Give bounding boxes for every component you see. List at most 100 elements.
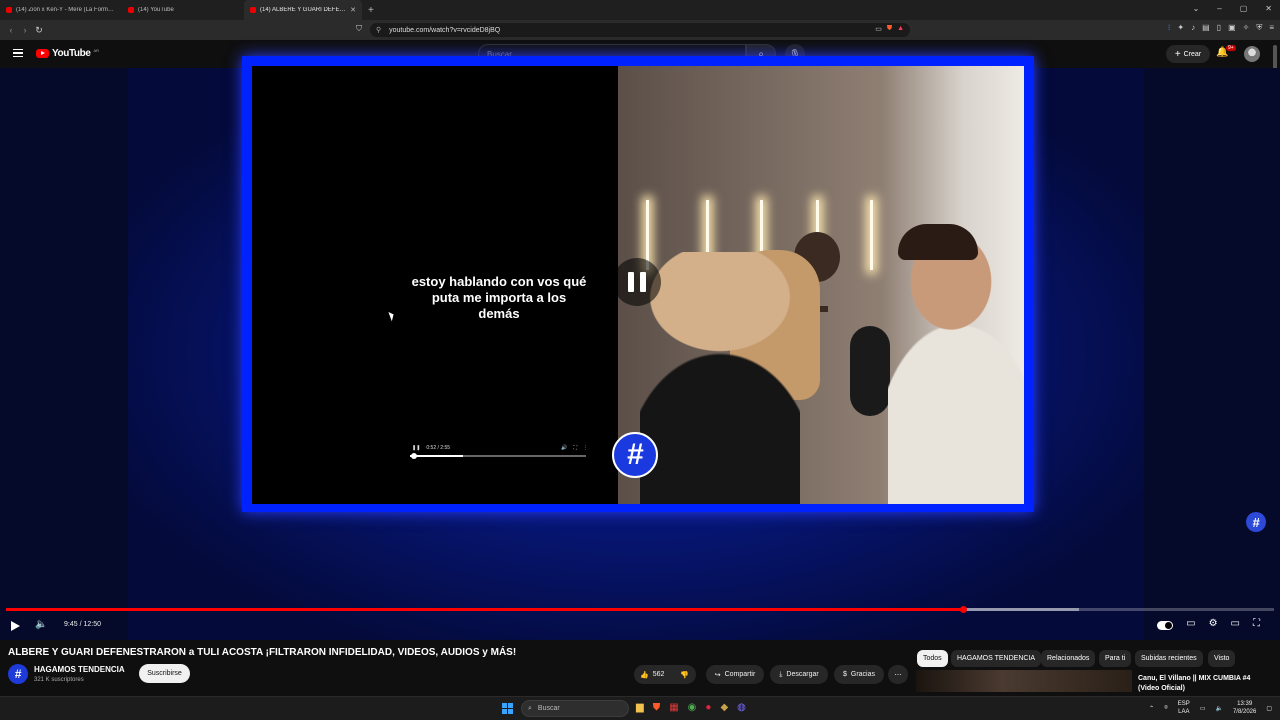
more-actions-button[interactable]: ⋯ — [888, 665, 908, 684]
youtube-logo[interactable]: YouTube AR — [36, 48, 99, 59]
maximize-icon[interactable]: ▢ — [1240, 4, 1248, 13]
autoplay-toggle[interactable] — [1157, 621, 1174, 630]
browser-tab[interactable]: (14) Zion x Ken-Y - Mere (La Formula) — [0, 0, 122, 20]
share-label: Compartir — [724, 671, 756, 678]
speaker-icon[interactable]: 🔈 — [1215, 705, 1222, 712]
man-hair — [898, 224, 978, 260]
create-button[interactable]: + Crear — [1166, 45, 1210, 63]
share-button[interactable]: ↪ Compartir — [706, 665, 764, 684]
windows-start-icon[interactable] — [502, 703, 513, 714]
recommended-thumbnail[interactable] — [916, 670, 1132, 692]
like-button[interactable]: 👍 562 👎 — [634, 665, 696, 684]
taskbar-apps: ▆ ⛊ ▦ ◉ ● ◆ ◍ — [636, 702, 746, 713]
music-icon[interactable]: ♪ — [1191, 23, 1195, 33]
hamburger-menu-icon[interactable] — [13, 49, 23, 57]
like-count: 562 — [652, 671, 665, 678]
url-field[interactable]: ⚲ youtube.com/watch?v=rvcideD8jBQ ▭ ⛊ ▲ — [370, 23, 910, 37]
plus-icon: + — [1174, 48, 1181, 60]
play-icon[interactable] — [11, 621, 20, 631]
account-avatar[interactable] — [1244, 46, 1260, 62]
close-tab-icon[interactable]: ✕ — [350, 6, 356, 14]
display-icon[interactable]: ▭ — [1200, 705, 1206, 712]
forward-icon[interactable]: › — [18, 25, 32, 35]
tray-chevron-icon[interactable]: ⌃ — [1149, 705, 1154, 712]
fullscreen-icon[interactable]: ⛶ — [1253, 618, 1260, 630]
language-indicator[interactable]: ESP LAA — [1178, 700, 1190, 716]
reload-icon[interactable]: ↻ — [32, 25, 46, 36]
extension-icon[interactable]: ✦ — [1177, 23, 1184, 33]
channel-watermark[interactable]: # — [1246, 512, 1266, 532]
wallet-icon[interactable]: ▣ — [1228, 23, 1236, 33]
chip-watched[interactable]: Visto — [1208, 650, 1236, 667]
volume-icon[interactable]: 🔈 — [35, 619, 47, 630]
woman — [640, 252, 800, 504]
url-text: youtube.com/watch?v=rvcideD8jBQ — [389, 26, 501, 34]
channel-avatar[interactable]: # — [8, 664, 28, 684]
chip-channel[interactable]: HAGAMOS TENDENCIA — [951, 650, 1042, 667]
thanks-button[interactable]: $ Gracias — [834, 665, 884, 684]
settings-gear-icon[interactable]: ⚙ — [1209, 618, 1218, 630]
chip-all[interactable]: Todos — [917, 650, 948, 667]
brave-shield-icon[interactable]: ⛊ — [887, 25, 892, 33]
thumbs-up-icon: 👍 — [640, 671, 649, 679]
cast-icon[interactable]: ▭ — [875, 25, 882, 33]
sidebar-icon[interactable]: ▯ — [1217, 23, 1221, 33]
chip-recent-uploads[interactable]: Subidas recientes — [1135, 650, 1203, 667]
vpn-icon[interactable]: ⛨ — [1256, 23, 1262, 33]
taskbar-search[interactable]: ⌕ Buscar — [521, 700, 629, 717]
channel-hash-logo: # — [612, 432, 658, 478]
taskbar-clock[interactable]: 13:39 7/8/2026 — [1233, 700, 1256, 716]
wall-lamp — [870, 200, 873, 270]
download-icon: ⤓ — [779, 670, 783, 678]
youtube-favicon-icon — [6, 7, 12, 13]
media-app-icon[interactable]: ● — [705, 702, 711, 713]
minimize-icon[interactable]: – — [1217, 4, 1221, 13]
new-tab-icon[interactable]: + — [362, 5, 380, 16]
embedded-video-controls: ❚❚ 0:52 / 2:55 🔊 ⛶ ⋮ — [410, 440, 588, 456]
file-explorer-icon[interactable]: ▆ — [636, 702, 644, 713]
create-label: Crear — [1183, 50, 1202, 58]
menu-icon[interactable]: ≡ — [1269, 23, 1274, 33]
youtube-play-logo-icon — [36, 49, 49, 58]
close-icon[interactable]: ✕ — [1265, 4, 1272, 13]
download-button[interactable]: ⤓ Descargar — [770, 665, 828, 684]
player-right-controls: ▭ ⚙ ▭ ⛶ — [1157, 618, 1260, 630]
country-code: AR — [93, 48, 100, 53]
subscribe-button[interactable]: Suscribirse — [139, 664, 190, 683]
video-progress-bar[interactable] — [6, 606, 1274, 613]
discord-icon[interactable]: ◍ — [737, 702, 746, 713]
chrome-icon[interactable]: ◉ — [688, 702, 697, 713]
reader-icon[interactable]: ▤ — [1202, 23, 1210, 33]
browser-tab-active[interactable]: (14) ALBERE Y GUARI DEFENESTRARON ✕ — [244, 0, 362, 20]
tab-title: (14) Zion x Ken-Y - Mere (La Formula) — [16, 7, 116, 13]
chip-related[interactable]: Relacionados — [1041, 650, 1096, 667]
theater-mode-icon[interactable]: ▭ — [1231, 618, 1240, 630]
chevron-down-icon[interactable]: ⌄ — [1193, 4, 1200, 13]
back-icon[interactable]: ‹ — [4, 25, 18, 35]
network-icon[interactable]: ⌾ — [1164, 705, 1168, 712]
video-title: ALBERE Y GUARI DEFENESTRARON a TULI ACOS… — [8, 647, 517, 658]
browser-tab[interactable]: (14) YouTube — [122, 0, 244, 20]
pause-overlay-icon[interactable] — [613, 258, 661, 306]
dislike-icon[interactable]: 👎 — [680, 671, 689, 679]
site-info-icon[interactable]: ⚲ — [376, 26, 381, 34]
leo-icon[interactable]: ✧ — [1243, 23, 1250, 33]
recommended-title[interactable]: Canu, El Villano || MIX CUMBIA #4 (Video… — [1138, 674, 1268, 694]
brave-browser-icon[interactable]: ⛊ — [653, 702, 661, 713]
download-label: Descargar — [786, 671, 819, 678]
scrubber-handle[interactable] — [960, 606, 967, 613]
video-caption: estoy hablando con vos qué puta me impor… — [411, 274, 587, 321]
embedded-more-icon: ⋮ — [583, 445, 588, 451]
subtitles-icon[interactable]: ▭ — [1186, 618, 1195, 630]
league-app-icon[interactable]: ◆ — [720, 702, 728, 713]
address-bar-row: ‹ › ↻ ⛉ ⚲ youtube.com/watch?v=rvcideD8jB… — [0, 20, 1280, 40]
channel-name[interactable]: HAGAMOS TENDENCIA — [34, 665, 125, 674]
rewards-icon[interactable]: ▲ — [897, 25, 904, 33]
translate-icon[interactable]: ⁝ — [1168, 23, 1171, 33]
bookmark-icon[interactable]: ⛉ — [356, 24, 362, 34]
embedded-pause-icon: ❚❚ — [412, 445, 421, 451]
notification-center-icon[interactable]: ▢ — [1266, 705, 1272, 712]
chip-for-you[interactable]: Para ti — [1099, 650, 1132, 667]
calendar-app-icon[interactable]: ▦ — [669, 702, 678, 713]
tab-title: (14) ALBERE Y GUARI DEFENESTRARON — [260, 7, 347, 13]
